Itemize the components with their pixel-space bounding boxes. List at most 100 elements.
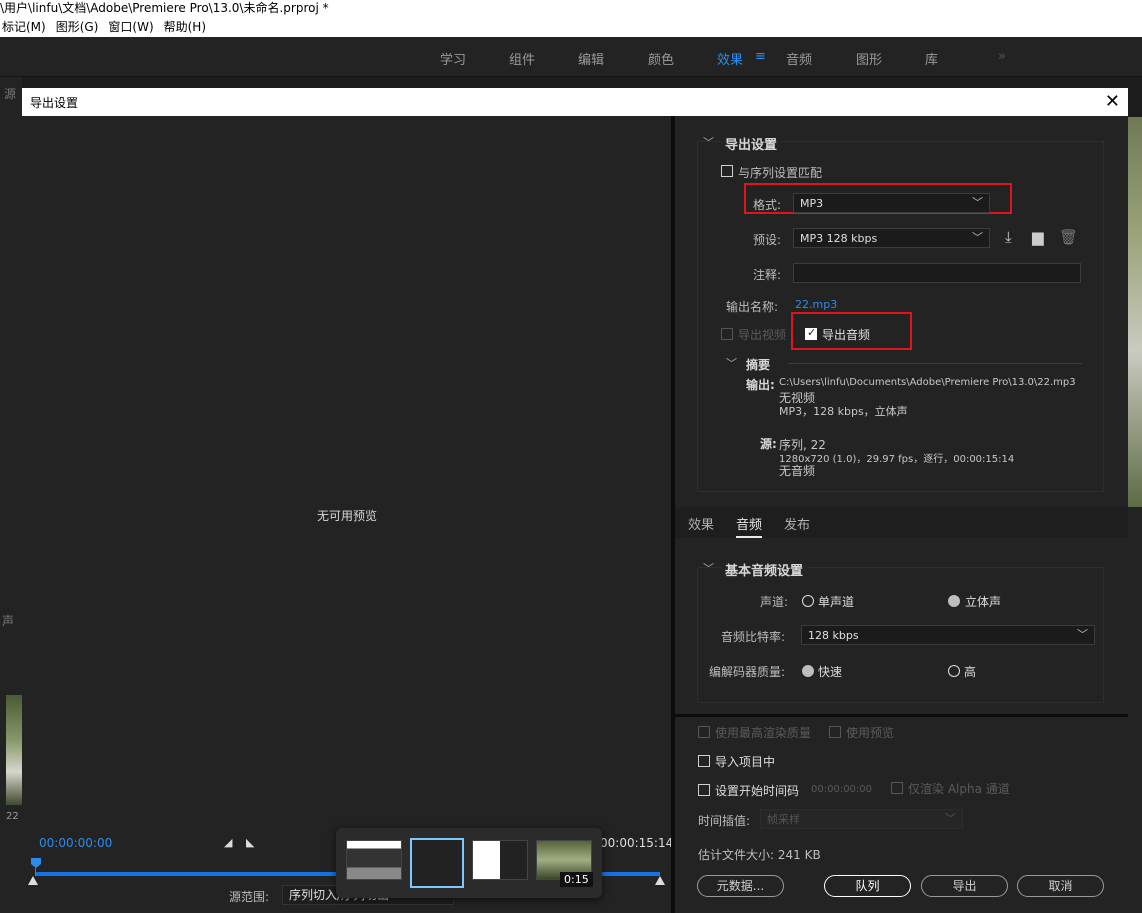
workspace-tab-learn[interactable]: 学习 bbox=[440, 49, 466, 68]
chevron-down-icon: ﹀ bbox=[1077, 628, 1088, 641]
format-label: 格式: bbox=[753, 198, 782, 212]
menu-marker[interactable]: 标记(M) bbox=[2, 18, 46, 37]
background-clip-number: 22 bbox=[6, 811, 19, 822]
window-title: \用户\linfu\文档\Adobe\Premiere Pro\13.0\未命名… bbox=[0, 1, 329, 15]
out-point-marker-icon[interactable] bbox=[655, 876, 665, 885]
taskbar-thumbnail-2[interactable] bbox=[410, 838, 464, 888]
summary-chevron-icon[interactable]: ﹀ bbox=[726, 355, 737, 371]
import-project-label: 导入项目中 bbox=[715, 755, 776, 769]
workspace-tab-graphics[interactable]: 图形 bbox=[856, 49, 882, 68]
mono-radio[interactable] bbox=[802, 594, 814, 608]
export-audio-checkbox[interactable] bbox=[805, 326, 817, 341]
render-alpha-label: 仅渲染 Alpha 通道 bbox=[908, 782, 1010, 796]
format-value: MP3 bbox=[800, 197, 824, 210]
summary-divider bbox=[788, 363, 1082, 364]
tab-effects[interactable]: 效果 bbox=[688, 518, 714, 533]
stereo-label: 立体声 bbox=[965, 595, 1002, 609]
start-timecode-value[interactable]: 00:00:00:00 bbox=[811, 784, 872, 795]
chevron-down-icon: ﹀ bbox=[945, 812, 956, 825]
import-project-checkbox[interactable] bbox=[698, 754, 710, 768]
export-video-label: 导出视频 bbox=[738, 328, 787, 342]
match-sequence-checkbox[interactable] bbox=[721, 164, 733, 178]
fast-radio[interactable] bbox=[802, 664, 814, 678]
save-preset-icon[interactable]: ⤓ bbox=[1005, 228, 1012, 246]
workspace-tab-effects[interactable]: 效果 bbox=[717, 49, 743, 68]
mark-in-icon[interactable]: ◢ bbox=[224, 836, 232, 849]
workspace-menu-icon[interactable]: ≡ bbox=[755, 49, 766, 64]
taskbar-thumbnail-popup: 0:15 bbox=[336, 828, 602, 898]
time-interpolation-dropdown[interactable]: 帧采样 ﹀ bbox=[760, 809, 963, 829]
summary-source-label: 源: bbox=[760, 437, 777, 451]
menu-window[interactable]: 窗口(W) bbox=[108, 18, 153, 37]
summary-heading: 摘要 bbox=[746, 358, 771, 372]
summary-output-audio: MP3，128 kbps，立体声 bbox=[779, 405, 908, 418]
chevron-down-icon[interactable]: ﹀ bbox=[703, 134, 714, 150]
queue-button[interactable]: 队列 bbox=[824, 875, 911, 897]
use-previews-label: 使用预览 bbox=[846, 726, 895, 740]
summary-output-label: 输出: bbox=[746, 378, 775, 392]
estimated-file-size: 估计文件大小: 241 KB bbox=[698, 848, 821, 862]
timecode-out[interactable]: 00:00:15:14 bbox=[600, 836, 673, 850]
dialog-title-bar: 导出设置 ✕ bbox=[22, 88, 1128, 116]
menu-graphics[interactable]: 图形(G) bbox=[56, 18, 99, 37]
tab-audio[interactable]: 音频 bbox=[736, 518, 763, 538]
workspace-overflow-icon[interactable]: » bbox=[998, 49, 1006, 64]
tab-publish[interactable]: 发布 bbox=[784, 518, 810, 533]
taskbar-thumbnail-1[interactable] bbox=[346, 840, 402, 880]
background-right-panel bbox=[1128, 507, 1142, 913]
set-start-timecode-checkbox[interactable] bbox=[698, 783, 710, 797]
output-name-link[interactable]: 22.mp3 bbox=[795, 298, 837, 311]
workspace-bar: 学习 组件 编辑 颜色 效果 ≡ 音频 图形 库 » bbox=[0, 37, 1142, 77]
preset-dropdown[interactable]: MP3 128 kbps ﹀ bbox=[793, 228, 990, 248]
import-preset-icon[interactable]: ▆ bbox=[1032, 228, 1044, 246]
export-settings-heading: 导出设置 bbox=[721, 134, 782, 153]
workspace-tab-assembly[interactable]: 组件 bbox=[509, 49, 535, 68]
comment-input[interactable] bbox=[793, 263, 1081, 283]
background-program-image bbox=[1128, 117, 1142, 507]
workspace-tab-editing[interactable]: 编辑 bbox=[578, 49, 604, 68]
metadata-button[interactable]: 元数据... bbox=[697, 875, 784, 897]
workspace-tab-audio[interactable]: 音频 bbox=[786, 49, 812, 68]
render-alpha-checkbox[interactable] bbox=[891, 781, 903, 795]
high-label: 高 bbox=[964, 665, 977, 679]
playhead-line bbox=[35, 868, 36, 876]
match-sequence-label: 与序列设置匹配 bbox=[738, 166, 823, 180]
comment-label: 注释: bbox=[753, 268, 782, 282]
timecode-in[interactable]: 00:00:00:00 bbox=[39, 836, 112, 850]
mark-out-icon[interactable]: ◣ bbox=[246, 836, 254, 849]
taskbar-thumbnail-3[interactable] bbox=[472, 840, 528, 880]
close-icon[interactable]: ✕ bbox=[1105, 91, 1120, 112]
delete-preset-icon[interactable]: 🗑 bbox=[1059, 228, 1078, 246]
preset-label: 预设: bbox=[753, 233, 782, 247]
preset-value: MP3 128 kbps bbox=[800, 232, 878, 245]
format-dropdown[interactable]: MP3 ﹀ bbox=[793, 193, 990, 213]
window-title-bar: \用户\linfu\文档\Adobe\Premiere Pro\13.0\未命名… bbox=[0, 0, 1142, 18]
max-render-checkbox[interactable] bbox=[698, 725, 710, 739]
chevron-down-icon[interactable]: ﹀ bbox=[703, 560, 714, 576]
audio-bitrate-value: 128 kbps bbox=[808, 629, 859, 642]
codec-quality-label: 编解码器质量: bbox=[709, 665, 786, 679]
source-range-label: 源范围: bbox=[229, 890, 270, 904]
export-button[interactable]: 导出 bbox=[921, 875, 1008, 897]
time-interpolation-label: 时间插值: bbox=[698, 814, 751, 828]
cancel-button[interactable]: 取消 bbox=[1017, 875, 1104, 897]
menu-help[interactable]: 帮助(H) bbox=[164, 18, 206, 37]
dialog-title: 导出设置 bbox=[30, 96, 79, 110]
workspace-tab-color[interactable]: 颜色 bbox=[648, 49, 674, 68]
audio-bitrate-dropdown[interactable]: 128 kbps ﹀ bbox=[801, 625, 1095, 645]
in-point-marker-icon[interactable] bbox=[28, 876, 38, 885]
audio-settings-heading: 基本音频设置 bbox=[721, 560, 808, 579]
summary-output-path: C:\Users\linfu\Documents\Adobe\Premiere … bbox=[779, 377, 1076, 388]
taskbar-thumbnail-duration: 0:15 bbox=[560, 872, 593, 887]
channel-label: 声道: bbox=[760, 595, 789, 609]
audio-bitrate-label: 音频比特率: bbox=[721, 630, 786, 644]
audio-panel-label: 声 bbox=[2, 614, 15, 628]
export-video-checkbox[interactable] bbox=[721, 327, 733, 341]
workspace-tab-libraries[interactable]: 库 bbox=[925, 49, 938, 68]
use-previews-checkbox[interactable] bbox=[829, 725, 841, 739]
source-panel-label: 源 bbox=[4, 87, 17, 101]
high-radio[interactable] bbox=[948, 664, 960, 678]
stereo-radio[interactable] bbox=[948, 594, 960, 608]
set-start-timecode-label: 设置开始时间码 bbox=[715, 784, 800, 798]
background-left-panel: 源 声 22 bbox=[0, 77, 22, 913]
